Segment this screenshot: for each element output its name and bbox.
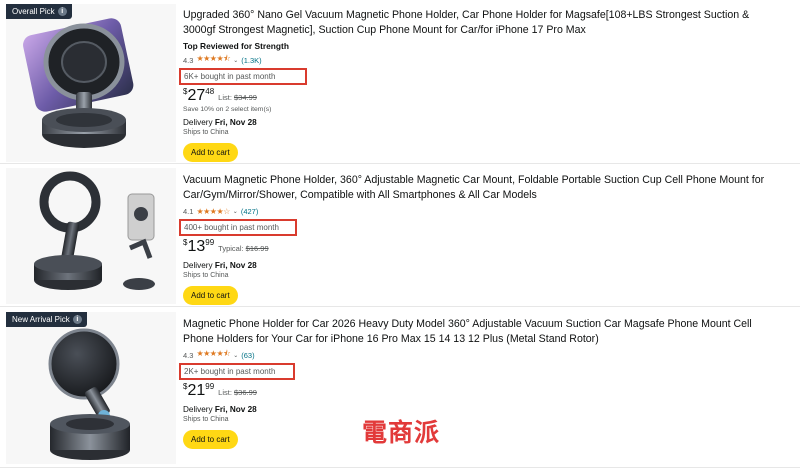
delivery-info: Delivery Fri, Nov 28 xyxy=(183,118,780,127)
bought-past-month: 6K+ bought in past month xyxy=(179,68,307,85)
chevron-down-icon[interactable]: ⌄ xyxy=(233,208,238,215)
add-to-cart-button[interactable]: Add to cart xyxy=(183,143,238,162)
delivery-date: Fri, Nov 28 xyxy=(214,118,257,127)
delivery-info: Delivery Fri, Nov 28 xyxy=(183,405,780,414)
review-count[interactable]: (63) xyxy=(241,351,254,360)
product-details: Upgraded 360° Nano Gel Vacuum Magnetic P… xyxy=(179,8,780,162)
rating-value: 4.1 xyxy=(183,206,194,216)
star-rating-icon[interactable]: ★★★★☆ xyxy=(196,207,230,216)
delivery-date: Fri, Nov 28 xyxy=(214,261,257,270)
price-fraction: 48 xyxy=(205,87,215,96)
add-to-cart-button[interactable]: Add to cart xyxy=(183,286,238,305)
price[interactable]: $ 13 99 Typical: $16.99 xyxy=(183,238,780,256)
ships-to: Ships to China xyxy=(183,129,229,136)
overall-pick-badge: Overall Pick i xyxy=(6,4,72,19)
list-price: $34.99 xyxy=(234,93,257,102)
price-fraction: 99 xyxy=(205,382,215,391)
delivery-info: Delivery Fri, Nov 28 xyxy=(183,261,780,270)
review-count[interactable]: (1.3K) xyxy=(241,56,261,65)
add-to-cart-button[interactable]: Add to cart xyxy=(183,430,238,449)
new-arrival-pick-badge: New Arrival Pick i xyxy=(6,312,87,327)
price[interactable]: $ 27 48 List: $34.99 xyxy=(183,87,780,105)
review-count[interactable]: (427) xyxy=(241,207,259,216)
badge-label: New Arrival Pick xyxy=(12,315,70,324)
save-offer[interactable]: Save 10% on 2 select item(s) xyxy=(183,106,780,113)
price-fraction: 99 xyxy=(205,238,215,247)
magnetic-phone-holder-image xyxy=(23,18,134,148)
search-result-1: Overall Pick i Upgraded 360° Nano Gel Va… xyxy=(0,0,800,164)
star-rating-icon[interactable]: ★★★★⯪ xyxy=(196,53,230,67)
rating-value: 4.3 xyxy=(183,55,194,65)
product-image[interactable] xyxy=(6,168,176,304)
list-price-label: List: $34.99 xyxy=(218,93,257,102)
foldable-phone-mount-image xyxy=(34,171,155,290)
price-whole: 21 xyxy=(187,382,206,399)
chevron-down-icon[interactable]: ⌄ xyxy=(233,352,238,359)
rating-value: 4.3 xyxy=(183,350,194,360)
typical-price-label: Typical: $16.99 xyxy=(218,244,268,253)
product-title[interactable]: Vacuum Magnetic Phone Holder, 360° Adjus… xyxy=(183,173,780,202)
delivery-label: Delivery xyxy=(183,261,215,270)
info-icon[interactable]: i xyxy=(72,315,82,324)
price[interactable]: $ 21 99 List: $36.99 xyxy=(183,382,780,400)
bought-past-month: 2K+ bought in past month xyxy=(179,363,295,380)
rating-row[interactable]: 4.3 ★★★★⯪ ⌄ (63) xyxy=(183,348,780,362)
badge-label: Overall Pick xyxy=(12,7,55,16)
list-label-text: Typical: xyxy=(218,244,246,253)
ships-to: Ships to China xyxy=(183,272,229,279)
product-title[interactable]: Upgraded 360° Nano Gel Vacuum Magnetic P… xyxy=(183,8,780,37)
delivery-label: Delivery xyxy=(183,118,215,127)
product-details: Magnetic Phone Holder for Car 2026 Heavy… xyxy=(179,317,780,449)
watermark-logo: 電商派 xyxy=(361,418,440,447)
star-rating-icon[interactable]: ★★★★⯪ xyxy=(196,348,230,362)
top-reviewed-tag: Top Reviewed for Strength xyxy=(183,41,289,51)
delivery-label: Delivery xyxy=(183,405,215,414)
delivery-date: Fri, Nov 28 xyxy=(214,405,257,414)
bought-past-month: 400+ bought in past month xyxy=(179,219,297,236)
list-label-text: List: xyxy=(218,93,234,102)
product-image[interactable]: New Arrival Pick i xyxy=(6,312,176,464)
ships-to: Ships to China xyxy=(183,416,229,423)
chevron-down-icon[interactable]: ⌄ xyxy=(233,57,238,64)
price-whole: 13 xyxy=(187,238,206,255)
product-title[interactable]: Magnetic Phone Holder for Car 2026 Heavy… xyxy=(183,317,780,346)
heavy-duty-phone-mount-image xyxy=(48,328,130,460)
rating-row[interactable]: 4.1 ★★★★☆ ⌄ (427) xyxy=(183,206,780,216)
typical-price: $16.99 xyxy=(245,244,269,253)
info-icon[interactable]: i xyxy=(57,7,67,16)
price-whole: 27 xyxy=(187,87,206,104)
rating-row[interactable]: 4.3 ★★★★⯪ ⌄ (1.3K) xyxy=(183,53,780,67)
list-price-label: List: $36.99 xyxy=(218,388,257,397)
search-result-2: Vacuum Magnetic Phone Holder, 360° Adjus… xyxy=(0,165,800,307)
list-label-text: List: xyxy=(218,388,234,397)
list-price: $36.99 xyxy=(234,388,257,397)
product-details: Vacuum Magnetic Phone Holder, 360° Adjus… xyxy=(179,173,780,305)
product-image[interactable]: Overall Pick i xyxy=(6,4,176,162)
